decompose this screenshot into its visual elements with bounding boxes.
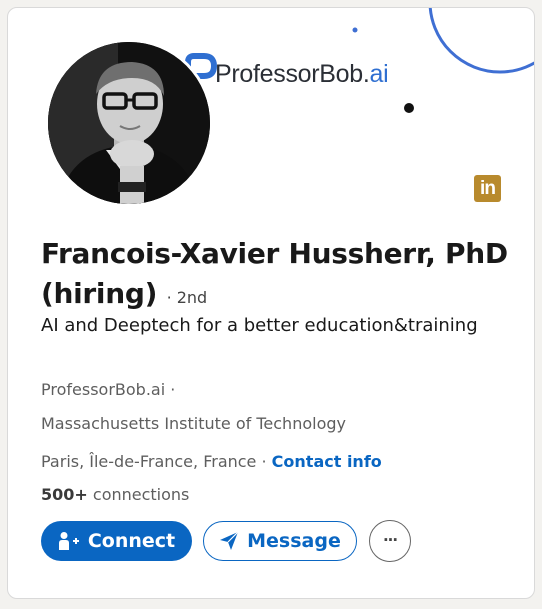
add-person-icon <box>58 532 79 550</box>
more-icon: ··· <box>382 530 398 549</box>
send-icon <box>220 531 239 550</box>
connections-count[interactable]: 500+ connections <box>41 485 189 504</box>
more-actions-button[interactable]: ··· <box>369 520 411 562</box>
education[interactable]: Massachusetts Institute of Technology <box>41 414 346 433</box>
contact-info-link[interactable]: Contact info <box>272 452 382 471</box>
professorbob-logo-text: ProfessorBob.ai <box>215 60 389 88</box>
profile-headline: AI and Deeptech for a better education&t… <box>41 315 478 336</box>
profile-card: ProfessorBob.ai in Francois-Xavier Hussh… <box>7 7 535 599</box>
profile-photo <box>48 42 210 204</box>
message-label: Message <box>247 530 341 552</box>
location-text: Paris, Île-de-France, France · <box>41 452 267 471</box>
connect-label: Connect <box>87 530 176 552</box>
avatar[interactable] <box>45 39 213 207</box>
message-button[interactable]: Message <box>203 521 357 561</box>
name-text: Francois-Xavier Hussherr, PhD (hiring) <box>41 237 508 310</box>
current-company[interactable]: ProfessorBob.ai · <box>41 380 175 399</box>
linkedin-icon[interactable]: in <box>474 175 501 202</box>
connections-number: 500+ <box>41 485 88 504</box>
connections-label: connections <box>87 485 190 504</box>
profile-name: Francois-Xavier Hussherr, PhD (hiring) ·… <box>41 234 511 318</box>
connection-degree: · 2nd <box>166 288 208 307</box>
connect-button[interactable]: Connect <box>41 521 192 561</box>
location-line: Paris, Île-de-France, France · Contact i… <box>41 452 382 471</box>
